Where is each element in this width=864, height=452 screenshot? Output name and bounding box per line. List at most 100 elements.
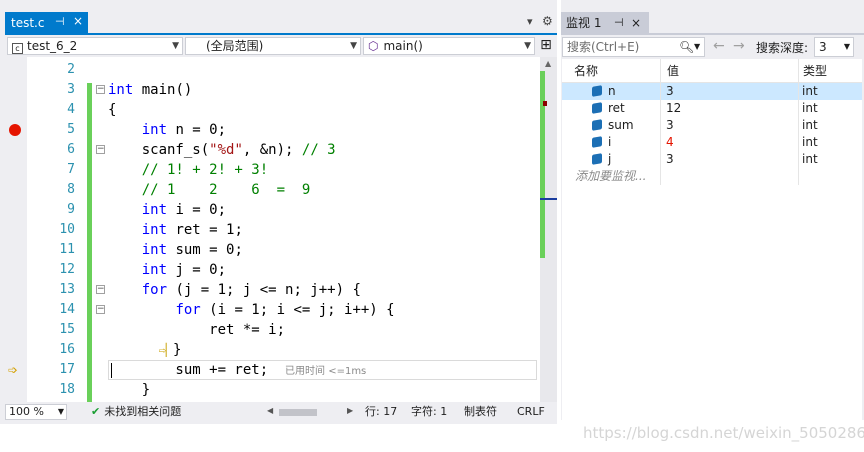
- arrow-left-icon[interactable]: ←: [713, 38, 725, 54]
- code-line[interactable]: 17 sum += ret; 已用时间 <=1ms: [5, 360, 540, 380]
- watch-name-cell[interactable]: n: [562, 83, 661, 100]
- code-line[interactable]: 14 − for (i = 1; i <= j; i++) {: [5, 300, 540, 320]
- variable-icon: [592, 119, 602, 131]
- execution-pointer-icon[interactable]: ➩: [8, 360, 18, 380]
- code-area[interactable]: 2 3− int main() 4{5 int n = 0; 6− scanf_s("%…: [5, 57, 540, 402]
- code-line[interactable]: 2: [5, 60, 540, 80]
- watch-value-cell[interactable]: 3: [661, 117, 799, 134]
- scope-dropdown[interactable]: (全局范围) ▼: [185, 37, 361, 55]
- check-circle-icon: ✔: [91, 405, 101, 418]
- chevron-down-icon: ▼: [524, 41, 531, 51]
- function-dropdown[interactable]: ⬡ main() ▼: [363, 37, 535, 55]
- search-icon[interactable]: 🔍︎: [679, 38, 694, 56]
- code-line[interactable]: 10 int ret = 1;: [5, 220, 540, 240]
- watch-value-cell[interactable]: 3: [661, 83, 799, 100]
- code-line[interactable]: 12 int j = 0;: [5, 260, 540, 280]
- collapse-icon[interactable]: −: [96, 145, 105, 154]
- tab-list-dropdown-icon[interactable]: ▾: [527, 15, 533, 28]
- column-header-value[interactable]: 值: [661, 59, 799, 83]
- code-line[interactable]: 3 − int main(): [5, 80, 540, 100]
- line-number: 3: [67, 82, 75, 97]
- arrow-right-icon[interactable]: →: [733, 38, 745, 54]
- code-line[interactable]: 7 // 1! + 2! + 3!: [5, 160, 540, 180]
- watch-name-cell[interactable]: ret: [562, 100, 661, 117]
- line-number: 18: [59, 382, 75, 397]
- watch-row-i[interactable]: i 4 int: [562, 134, 862, 151]
- watch-name-cell[interactable]: j: [562, 151, 661, 168]
- scroll-right-icon[interactable]: ▶: [347, 401, 353, 421]
- tab-watch-1[interactable]: 监视 1 ⊣ ×: [561, 12, 649, 34]
- add-watch-row[interactable]: 添加要监视...: [562, 168, 862, 185]
- code-line[interactable]: 11 int sum = 0;: [5, 240, 540, 260]
- project-dropdown[interactable]: c test_6_2 ▼: [7, 37, 183, 55]
- perf-tip[interactable]: 已用时间 <=1ms: [285, 366, 366, 377]
- code-line[interactable]: 18 }: [5, 380, 540, 400]
- search-depth-dropdown[interactable]: 3 ▼: [814, 37, 854, 57]
- lightbulb-icon[interactable]: ⇨▏: [159, 343, 173, 357]
- code-line[interactable]: 5 int n = 0;: [5, 120, 540, 140]
- scrollbar-change-marker: [540, 71, 545, 258]
- watch-row-ret[interactable]: ret 12 int: [562, 100, 862, 117]
- pin-icon[interactable]: ⊣: [55, 15, 65, 28]
- status-tabs[interactable]: 制表符: [464, 402, 497, 422]
- status-char[interactable]: 字符: 1: [411, 402, 447, 422]
- variable-icon: [592, 136, 602, 148]
- watch-value-cell[interactable]: 12: [661, 100, 799, 117]
- collapse-icon[interactable]: −: [96, 285, 105, 294]
- scroll-left-icon[interactable]: ◀: [267, 401, 273, 421]
- watch-search-input[interactable]: 搜索(Ctrl+E) 🔍︎ ▼: [562, 37, 705, 57]
- code-text: scanf_s("%d", &n); // 3: [108, 142, 336, 158]
- editor-status-bar: 100 % ▼ ✔ 未找到相关问题 ◀ ▶ 行: 17 字符: 1 制表符 CRL…: [5, 402, 557, 422]
- watch-row-sum[interactable]: sum 3 int: [562, 117, 862, 134]
- collapse-icon[interactable]: −: [96, 85, 105, 94]
- collapse-icon[interactable]: −: [96, 305, 105, 314]
- close-icon[interactable]: ×: [73, 14, 83, 28]
- tab-title: test.c: [11, 16, 45, 30]
- watch-name-cell[interactable]: i: [562, 134, 661, 151]
- column-header-name[interactable]: 名称: [562, 59, 661, 83]
- add-watch-type-cell: [799, 168, 862, 185]
- code-text: ret *= i;: [108, 322, 286, 338]
- code-text: int i = 0;: [141, 202, 227, 218]
- chevron-down-icon[interactable]: ▼: [694, 38, 700, 56]
- code-line[interactable]: 9 int i = 0;: [5, 200, 540, 220]
- line-number: 16: [59, 342, 75, 357]
- code-line[interactable]: 4{: [5, 100, 540, 120]
- issues-indicator[interactable]: ✔ 未找到相关问题: [91, 402, 181, 422]
- watch-value-cell[interactable]: 3: [661, 151, 799, 168]
- code-line[interactable]: 16 ⇨▏}: [5, 340, 540, 360]
- line-number: 7: [67, 162, 75, 177]
- tab-test-c[interactable]: test.c ⊣ ×: [5, 12, 88, 34]
- variable-icon: [592, 85, 602, 97]
- zoom-dropdown[interactable]: 100 % ▼: [5, 404, 67, 420]
- project-name: test_6_2: [27, 39, 78, 53]
- code-line[interactable]: 13 − for (j = 1; j <= n; j++) {: [5, 280, 540, 300]
- line-number: 9: [67, 202, 75, 217]
- breakpoint-icon[interactable]: [9, 124, 21, 136]
- code-line[interactable]: 15 ret *= i;: [5, 320, 540, 340]
- horizontal-scroll-thumb[interactable]: [279, 409, 317, 416]
- watch-value-cell[interactable]: 4: [661, 134, 799, 151]
- status-line[interactable]: 行: 17: [365, 402, 397, 422]
- status-eol[interactable]: CRLF: [517, 402, 545, 422]
- add-watch-text[interactable]: 添加要监视...: [562, 168, 661, 185]
- watch-row-j[interactable]: j 3 int: [562, 151, 862, 168]
- scroll-up-icon[interactable]: ▲: [545, 59, 551, 68]
- line-number: 11: [59, 242, 75, 257]
- horizontal-scrollbar[interactable]: ◀ ▶: [267, 406, 357, 417]
- scrollbar-position-marker: [540, 198, 557, 200]
- variable-icon: [592, 102, 602, 114]
- column-header-type[interactable]: 类型: [799, 59, 862, 83]
- code-line[interactable]: 8 // 1 2 6 = 9: [5, 180, 540, 200]
- watch-name-cell[interactable]: sum: [562, 117, 661, 134]
- watch-table-header: 名称 值 类型: [562, 59, 862, 83]
- close-icon[interactable]: ×: [631, 12, 641, 34]
- watch-row-n[interactable]: n 3 int: [562, 83, 862, 100]
- pin-icon[interactable]: ⊣: [614, 12, 624, 34]
- split-window-button[interactable]: ⊞: [537, 37, 555, 55]
- project-icon: c: [12, 43, 23, 54]
- code-text: // 1! + 2! + 3!: [141, 162, 269, 178]
- gear-icon[interactable]: ⚙: [542, 14, 553, 28]
- vertical-scrollbar[interactable]: ▲: [540, 57, 557, 402]
- code-line[interactable]: 6 − scanf_s("%d", &n); // 3: [5, 140, 540, 160]
